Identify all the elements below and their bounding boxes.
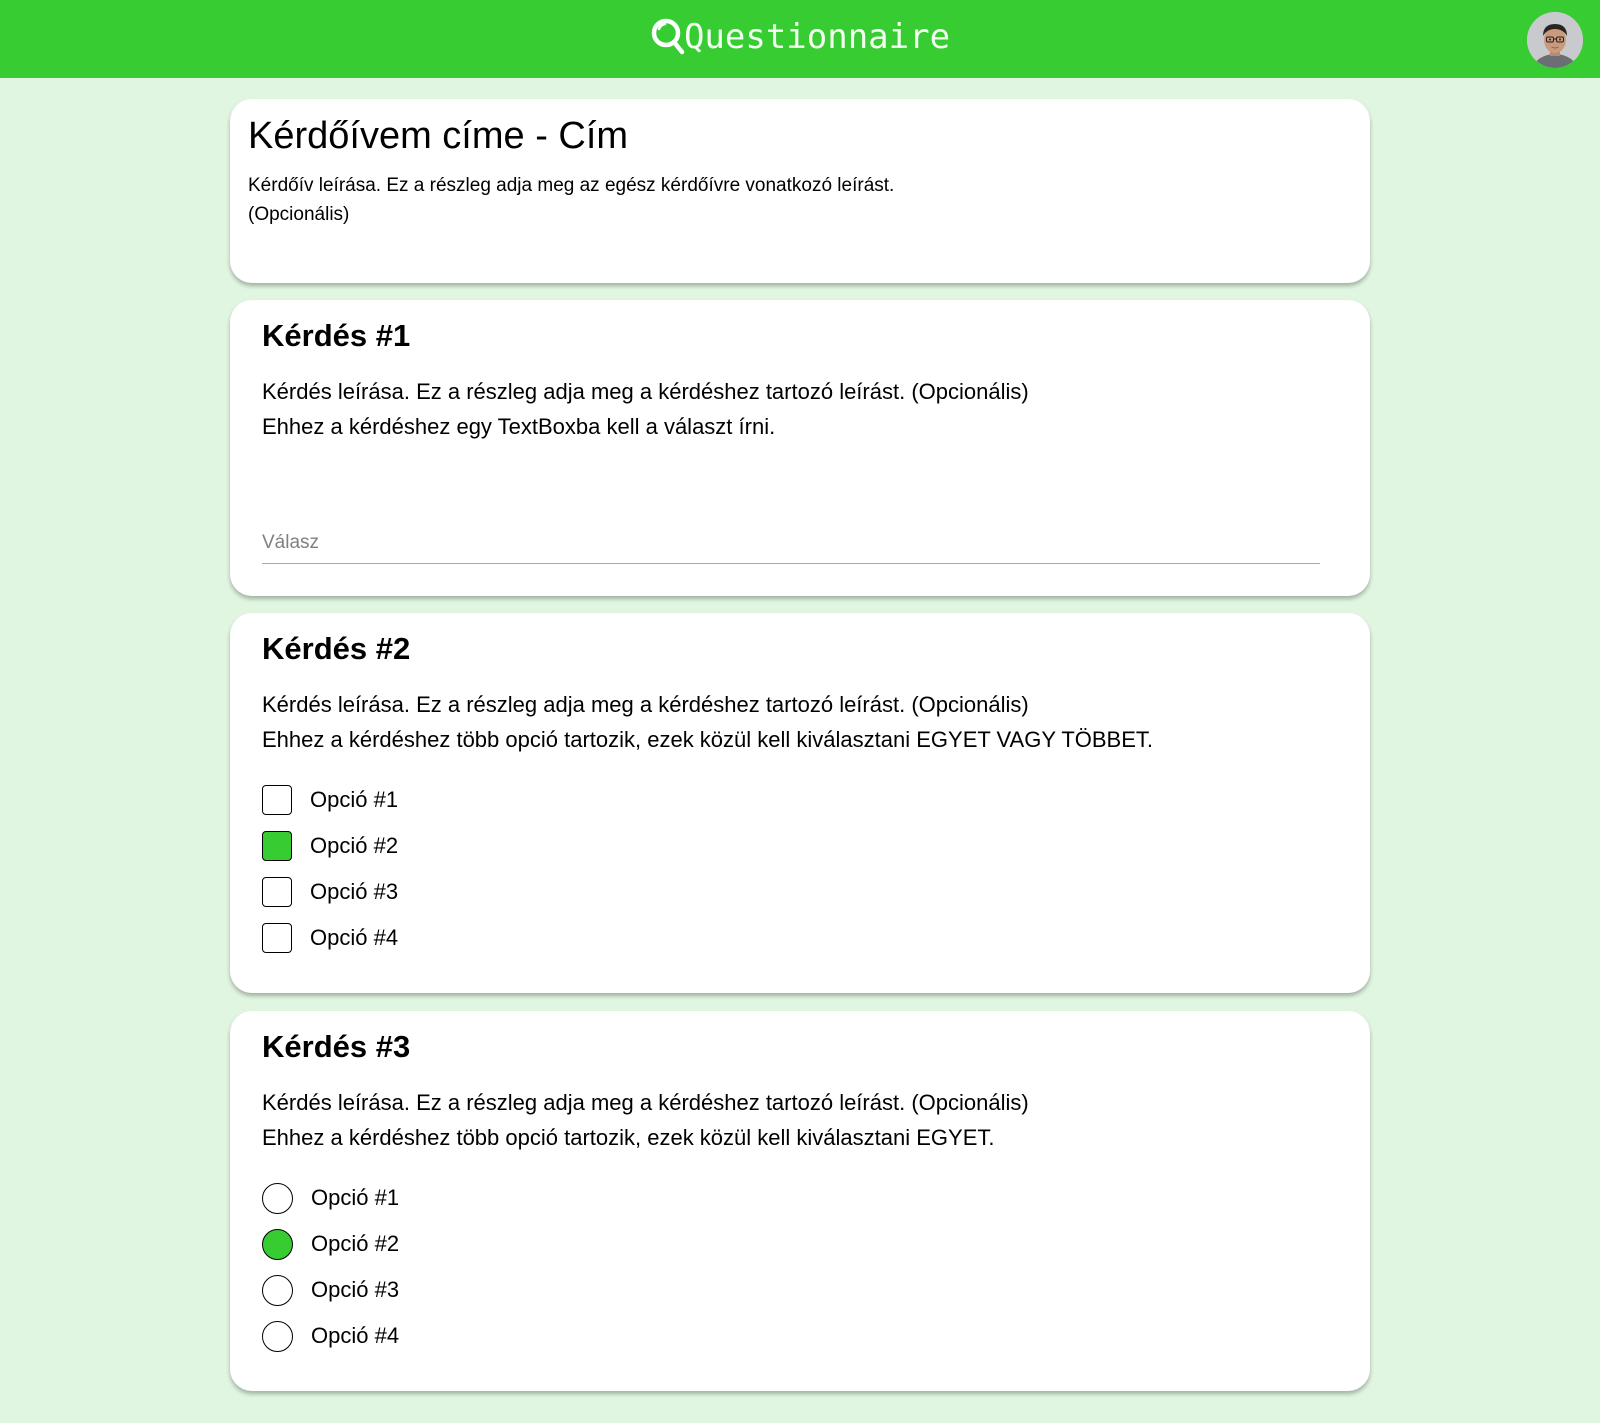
option-label: Opció #2 — [310, 833, 399, 858]
option-label: Opció #3 — [310, 879, 399, 904]
option-label: Opció #1 — [310, 787, 399, 812]
question-description: Kérdés leírása. Ez a részleg adja meg a … — [262, 687, 1153, 757]
question-description: Kérdés leírása. Ez a részleg adja meg a … — [262, 1085, 1029, 1155]
option-label: Opció #1 — [311, 1185, 400, 1210]
checkbox[interactable] — [262, 785, 292, 815]
question-description-text: Kérdés leírása. Ez a részleg adja meg a … — [262, 1090, 1029, 1115]
question-card-3: Kérdés #3 Kérdés leírása. Ez a részleg a… — [230, 1011, 1370, 1391]
form-header-card: Kérdőívem címe - Cím Kérdőív leírása. Ez… — [230, 99, 1370, 283]
answer-input[interactable] — [262, 522, 1320, 564]
radio-option-2[interactable]: Opció #2 — [262, 1221, 399, 1267]
radio-group: Opció #1 Opció #2 Opció #3 Opció #4 — [262, 1175, 399, 1359]
radio-button[interactable] — [262, 1228, 293, 1260]
question-hint: Ehhez a kérdéshez több opció tartozik, e… — [262, 1125, 995, 1150]
option-label: Opció #4 — [311, 1323, 400, 1348]
option-label: Opció #2 — [311, 1231, 400, 1256]
app-title: Questionnaire — [683, 17, 951, 57]
checkbox-option-1[interactable]: Opció #1 — [262, 777, 398, 823]
form-title: Kérdőívem címe - Cím — [248, 115, 629, 157]
radio-option-3[interactable]: Opció #3 — [262, 1267, 399, 1313]
user-avatar[interactable] — [1527, 12, 1583, 68]
radio-option-4[interactable]: Opció #4 — [262, 1313, 399, 1359]
radio-button[interactable] — [262, 1274, 293, 1306]
question-title: Kérdés #1 — [262, 318, 411, 353]
checkbox-option-2[interactable]: Opció #2 — [262, 823, 398, 869]
top-bar: Questionnaire — [0, 0, 1600, 78]
checkbox[interactable] — [262, 831, 292, 861]
question-hint: Ehhez a kérdéshez egy TextBoxba kell a v… — [262, 414, 776, 439]
question-card-1: Kérdés #1 Kérdés leírása. Ez a részleg a… — [230, 300, 1370, 596]
app-logo[interactable]: Questionnaire — [650, 16, 950, 58]
question-description: Kérdés leírása. Ez a részleg adja meg a … — [262, 374, 1029, 444]
radio-button[interactable] — [262, 1320, 293, 1352]
question-description-text: Kérdés leírása. Ez a részleg adja meg a … — [262, 379, 1029, 404]
question-title: Kérdés #2 — [262, 631, 411, 666]
checkbox-group: Opció #1 Opció #2 Opció #3 Opció #4 — [262, 777, 398, 961]
radio-button[interactable] — [262, 1182, 293, 1214]
option-label: Opció #4 — [310, 925, 399, 950]
form-description-text: Kérdőív leírása. Ez a részleg adja meg a… — [248, 175, 895, 196]
checkbox-option-4[interactable]: Opció #4 — [262, 915, 398, 961]
form-description-optional: (Opcionális) — [248, 204, 350, 225]
brand: Questionnaire — [0, 16, 1600, 62]
question-card-2: Kérdés #2 Kérdés leírása. Ez a részleg a… — [230, 613, 1370, 993]
question-hint: Ehhez a kérdéshez több opció tartozik, e… — [262, 727, 1154, 752]
question-title: Kérdés #3 — [262, 1029, 411, 1064]
form-description: Kérdőív leírása. Ez a részleg adja meg a… — [248, 171, 948, 229]
option-label: Opció #3 — [311, 1277, 400, 1302]
checkbox[interactable] — [262, 877, 292, 907]
checkbox[interactable] — [262, 923, 292, 953]
avatar-image — [1527, 12, 1583, 68]
checkbox-option-3[interactable]: Opció #3 — [262, 869, 398, 915]
radio-option-1[interactable]: Opció #1 — [262, 1175, 399, 1221]
question-description-text: Kérdés leírása. Ez a részleg adja meg a … — [262, 692, 1029, 717]
